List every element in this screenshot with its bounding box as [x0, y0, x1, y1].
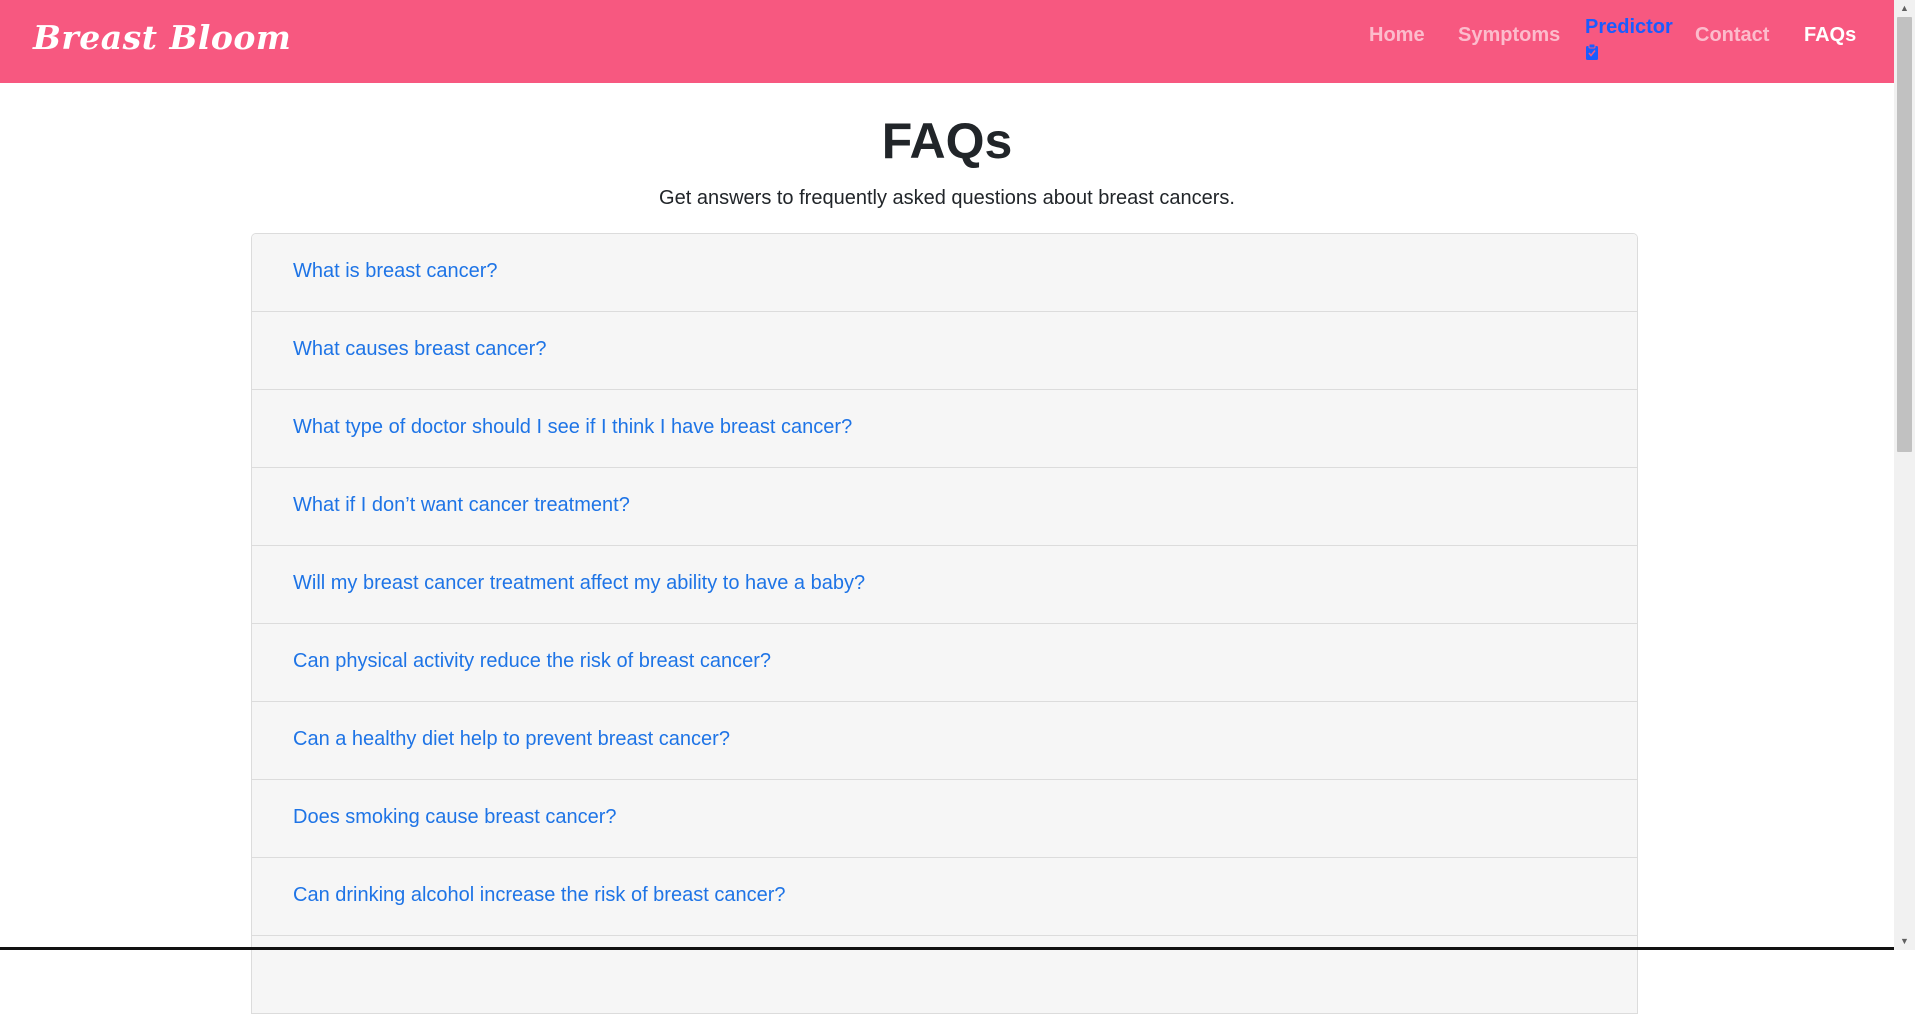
nav-link-contact[interactable]: Contact [1695, 24, 1769, 47]
nav-link-predictor-label: Predictor [1585, 16, 1673, 38]
faq-item[interactable]: What causes breast cancer? [252, 312, 1637, 390]
brand-logo[interactable]: Breast Bloom [33, 18, 291, 57]
faq-item[interactable]: Can drinking alcohol increase the risk o… [252, 858, 1637, 936]
faq-item[interactable]: What if I don’t want cancer treatment? [252, 468, 1637, 546]
faq-question[interactable]: Can physical activity reduce the risk of… [293, 650, 771, 673]
faq-question[interactable]: What if I don’t want cancer treatment? [293, 494, 630, 517]
page-subtitle: Get answers to frequently asked question… [659, 187, 1235, 209]
faq-accordion: What is breast cancer? What causes breas… [251, 233, 1638, 1014]
faq-question[interactable]: What type of doctor should I see if I th… [293, 416, 852, 439]
faq-question[interactable]: Will my breast cancer treatment affect m… [293, 572, 865, 595]
scroll-down-arrow-icon[interactable]: ▼ [1894, 933, 1915, 950]
faq-question[interactable]: What is breast cancer? [293, 260, 498, 283]
scroll-up-arrow-icon[interactable]: ▲ [1894, 0, 1915, 17]
scrollbar[interactable]: ▲ ▼ [1894, 0, 1915, 950]
faq-question[interactable]: Can a healthy diet help to prevent breas… [293, 728, 730, 751]
nav-link-home[interactable]: Home [1369, 24, 1425, 47]
faq-question[interactable]: Does smoking cause breast cancer? [293, 806, 617, 829]
faq-item[interactable]: Does smoking cause breast cancer? [252, 780, 1637, 858]
faq-item[interactable]: Can physical activity reduce the risk of… [252, 624, 1637, 702]
clipboard-icon [1585, 43, 1599, 61]
faq-item[interactable]: What type of doctor should I see if I th… [252, 390, 1637, 468]
nav-link-symptoms[interactable]: Symptoms [1458, 24, 1560, 47]
faq-item[interactable]: Will my breast cancer treatment affect m… [252, 546, 1637, 624]
navbar: Breast Bloom Home Symptoms Predictor Con… [0, 0, 1894, 83]
faq-question[interactable]: Can drinking alcohol increase the risk o… [293, 884, 785, 907]
faq-item[interactable]: Can a healthy diet help to prevent breas… [252, 702, 1637, 780]
faq-question[interactable]: What causes breast cancer? [293, 338, 546, 361]
page-title: FAQs [881, 113, 1013, 169]
scroll-thumb[interactable] [1897, 17, 1912, 452]
faq-item[interactable]: What is breast cancer? [252, 234, 1637, 312]
nav-link-faqs[interactable]: FAQs [1804, 24, 1856, 47]
nav-link-predictor[interactable]: Predictor [1585, 14, 1673, 61]
